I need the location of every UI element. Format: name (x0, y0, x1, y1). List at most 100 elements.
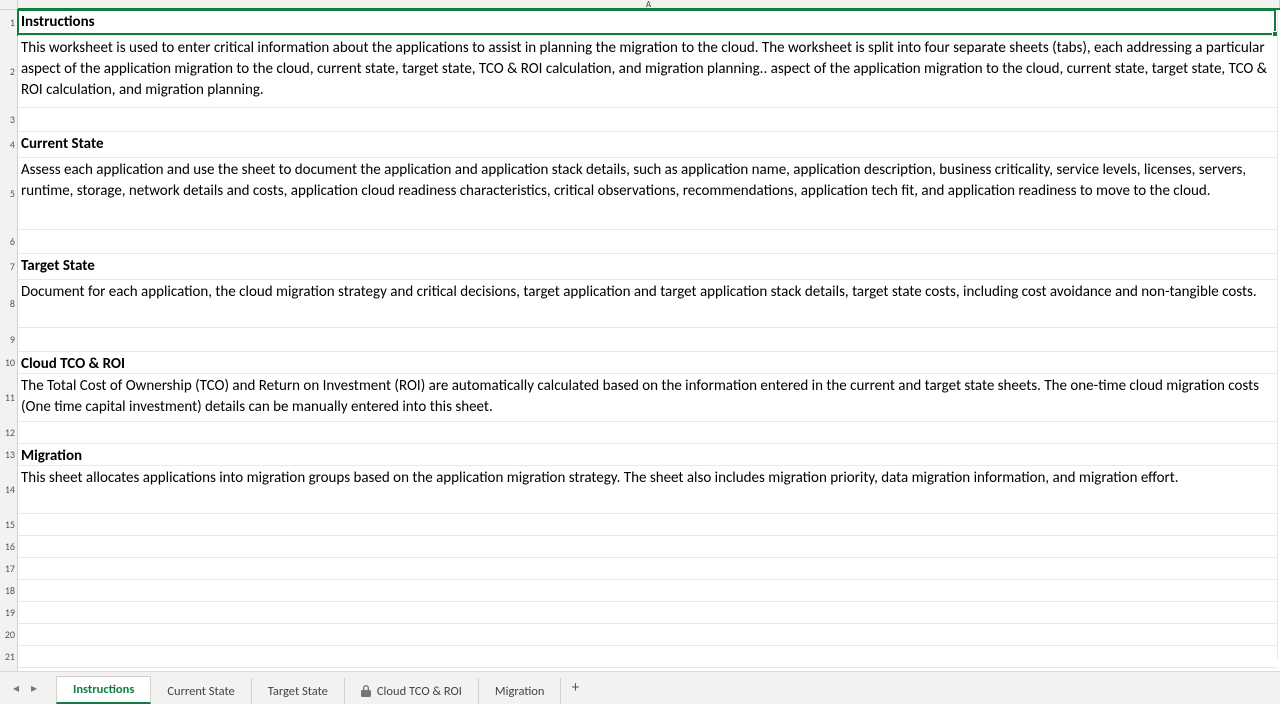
cell-A4[interactable]: Current State (21, 132, 1272, 157)
grid-row (18, 602, 1277, 624)
row-header-label: 14 (5, 483, 15, 496)
sheet-tab-current-state[interactable]: Current State (151, 678, 251, 704)
row-header-2[interactable]: 2 (0, 36, 18, 108)
cell-A11[interactable]: The Total Cost of Ownership (TCO) and Re… (21, 374, 1272, 421)
grid-row (18, 514, 1277, 536)
cell-A16[interactable] (21, 536, 1272, 557)
sheet-tab-label: Migration (495, 684, 545, 699)
grid-row: Assess each application and use the shee… (18, 158, 1277, 230)
row-header-label: 2 (10, 65, 15, 78)
row-header-9[interactable]: 9 (0, 328, 18, 352)
grid-row (18, 108, 1277, 132)
cell-A21[interactable] (21, 646, 1272, 667)
row-header-8[interactable]: 8 (0, 280, 18, 328)
cell-A13[interactable]: Migration (21, 444, 1272, 465)
sheet-tab-label: Target State (268, 684, 328, 699)
row-header-5[interactable]: 5 (0, 158, 18, 230)
row-header-17[interactable]: 17 (0, 558, 18, 580)
sheet-tab-target-state[interactable]: Target State (252, 678, 345, 704)
row-header-label: 11 (5, 391, 15, 404)
grid-row: Cloud TCO & ROI (18, 352, 1277, 374)
row-header-14[interactable]: 14 (0, 466, 18, 514)
row-header-label: 15 (5, 518, 15, 531)
cell-A12[interactable] (21, 422, 1272, 443)
row-header-label: 8 (10, 297, 15, 310)
cell-A1[interactable]: Instructions (21, 10, 1272, 35)
row-header-13[interactable]: 13 (0, 444, 18, 466)
cell-A3[interactable] (21, 108, 1272, 131)
sheet-nav-prev[interactable]: ◂ (8, 678, 24, 698)
row-header-label: 21 (5, 650, 15, 663)
row-header-15[interactable]: 15 (0, 514, 18, 536)
sheet-nav-buttons: ◂ ▸ (0, 678, 50, 698)
grid-edge-right (1277, 10, 1278, 659)
row-header-label: 5 (10, 187, 15, 200)
row-header-gutter: 123456789101112131415161718192021 (0, 10, 18, 671)
lock-icon (361, 685, 371, 697)
sheet-tab-strip: ◂ ▸ Instructions Current State Target Stat… (0, 671, 1280, 704)
grid-row: Instructions (18, 10, 1277, 36)
grid-row (18, 624, 1277, 646)
row-header-19[interactable]: 19 (0, 602, 18, 624)
row-header-11[interactable]: 11 (0, 374, 18, 422)
sheet-tabs: Instructions Current State Target State Clo… (56, 672, 561, 704)
row-header-4[interactable]: 4 (0, 132, 18, 158)
grid-row (18, 558, 1277, 580)
row-header-6[interactable]: 6 (0, 230, 18, 254)
row-header-3[interactable]: 3 (0, 108, 18, 132)
row-header-label: 9 (10, 333, 15, 346)
sheet-tab-label: Instructions (73, 682, 134, 697)
cell-A17[interactable] (21, 558, 1272, 579)
row-header-label: 20 (5, 628, 15, 641)
cell-A2[interactable]: This worksheet is used to enter critical… (21, 36, 1272, 107)
sheet-tab-instructions[interactable]: Instructions (56, 676, 151, 704)
cell-A18[interactable] (21, 580, 1272, 601)
row-header-1[interactable]: 1 (0, 10, 18, 36)
grid-row (18, 580, 1277, 602)
row-header-18[interactable]: 18 (0, 580, 18, 602)
cells-area[interactable]: InstructionsThis worksheet is used to en… (18, 10, 1277, 659)
row-header-label: 4 (10, 138, 15, 151)
sheet-tab-migration[interactable]: Migration (479, 678, 562, 704)
sheet-tab-cloud-tco-roi[interactable]: Cloud TCO & ROI (345, 678, 479, 704)
sheet-tab-label: Cloud TCO & ROI (377, 684, 462, 699)
grid-row: Target State (18, 254, 1277, 280)
row-header-label: 10 (5, 356, 15, 369)
cell-A7[interactable]: Target State (21, 254, 1272, 279)
grid-row (18, 646, 1277, 668)
cell-A10[interactable]: Cloud TCO & ROI (21, 352, 1272, 373)
row-header-label: 18 (5, 584, 15, 597)
sheet-nav-next[interactable]: ▸ (26, 678, 42, 698)
row-header-label: 19 (5, 606, 15, 619)
row-header-label: 17 (5, 562, 15, 575)
worksheet-area: A 123456789101112131415161718192021 Inst… (0, 0, 1280, 671)
cell-A9[interactable] (21, 328, 1272, 351)
row-header-10[interactable]: 10 (0, 352, 18, 374)
grid-row: The Total Cost of Ownership (TCO) and Re… (18, 374, 1277, 422)
select-all-corner[interactable] (0, 0, 18, 10)
cell-A19[interactable] (21, 602, 1272, 623)
grid-row (18, 230, 1277, 254)
row-header-label: 6 (10, 235, 15, 248)
add-sheet-button[interactable]: + (561, 679, 589, 697)
cell-A14[interactable]: This sheet allocates applications into m… (21, 466, 1272, 513)
cell-A20[interactable] (21, 624, 1272, 645)
row-header-label: 3 (10, 113, 15, 126)
row-header-20[interactable]: 20 (0, 624, 18, 646)
grid-row: This sheet allocates applications into m… (18, 466, 1277, 514)
cell-A8[interactable]: Document for each application, the cloud… (21, 280, 1272, 327)
cell-A15[interactable] (21, 514, 1272, 535)
row-header-16[interactable]: 16 (0, 536, 18, 558)
row-header-12[interactable]: 12 (0, 422, 18, 444)
sheet-tab-label: Current State (167, 684, 234, 699)
column-header-strip: A (0, 0, 1280, 10)
row-header-21[interactable]: 21 (0, 646, 18, 668)
row-header-label: 13 (5, 448, 15, 461)
cell-A6[interactable] (21, 230, 1272, 253)
grid-row: Migration (18, 444, 1277, 466)
grid-row: Document for each application, the cloud… (18, 280, 1277, 328)
grid-row: This worksheet is used to enter critical… (18, 36, 1277, 108)
row-header-label: 7 (10, 260, 15, 273)
row-header-7[interactable]: 7 (0, 254, 18, 280)
cell-A5[interactable]: Assess each application and use the shee… (21, 158, 1272, 229)
